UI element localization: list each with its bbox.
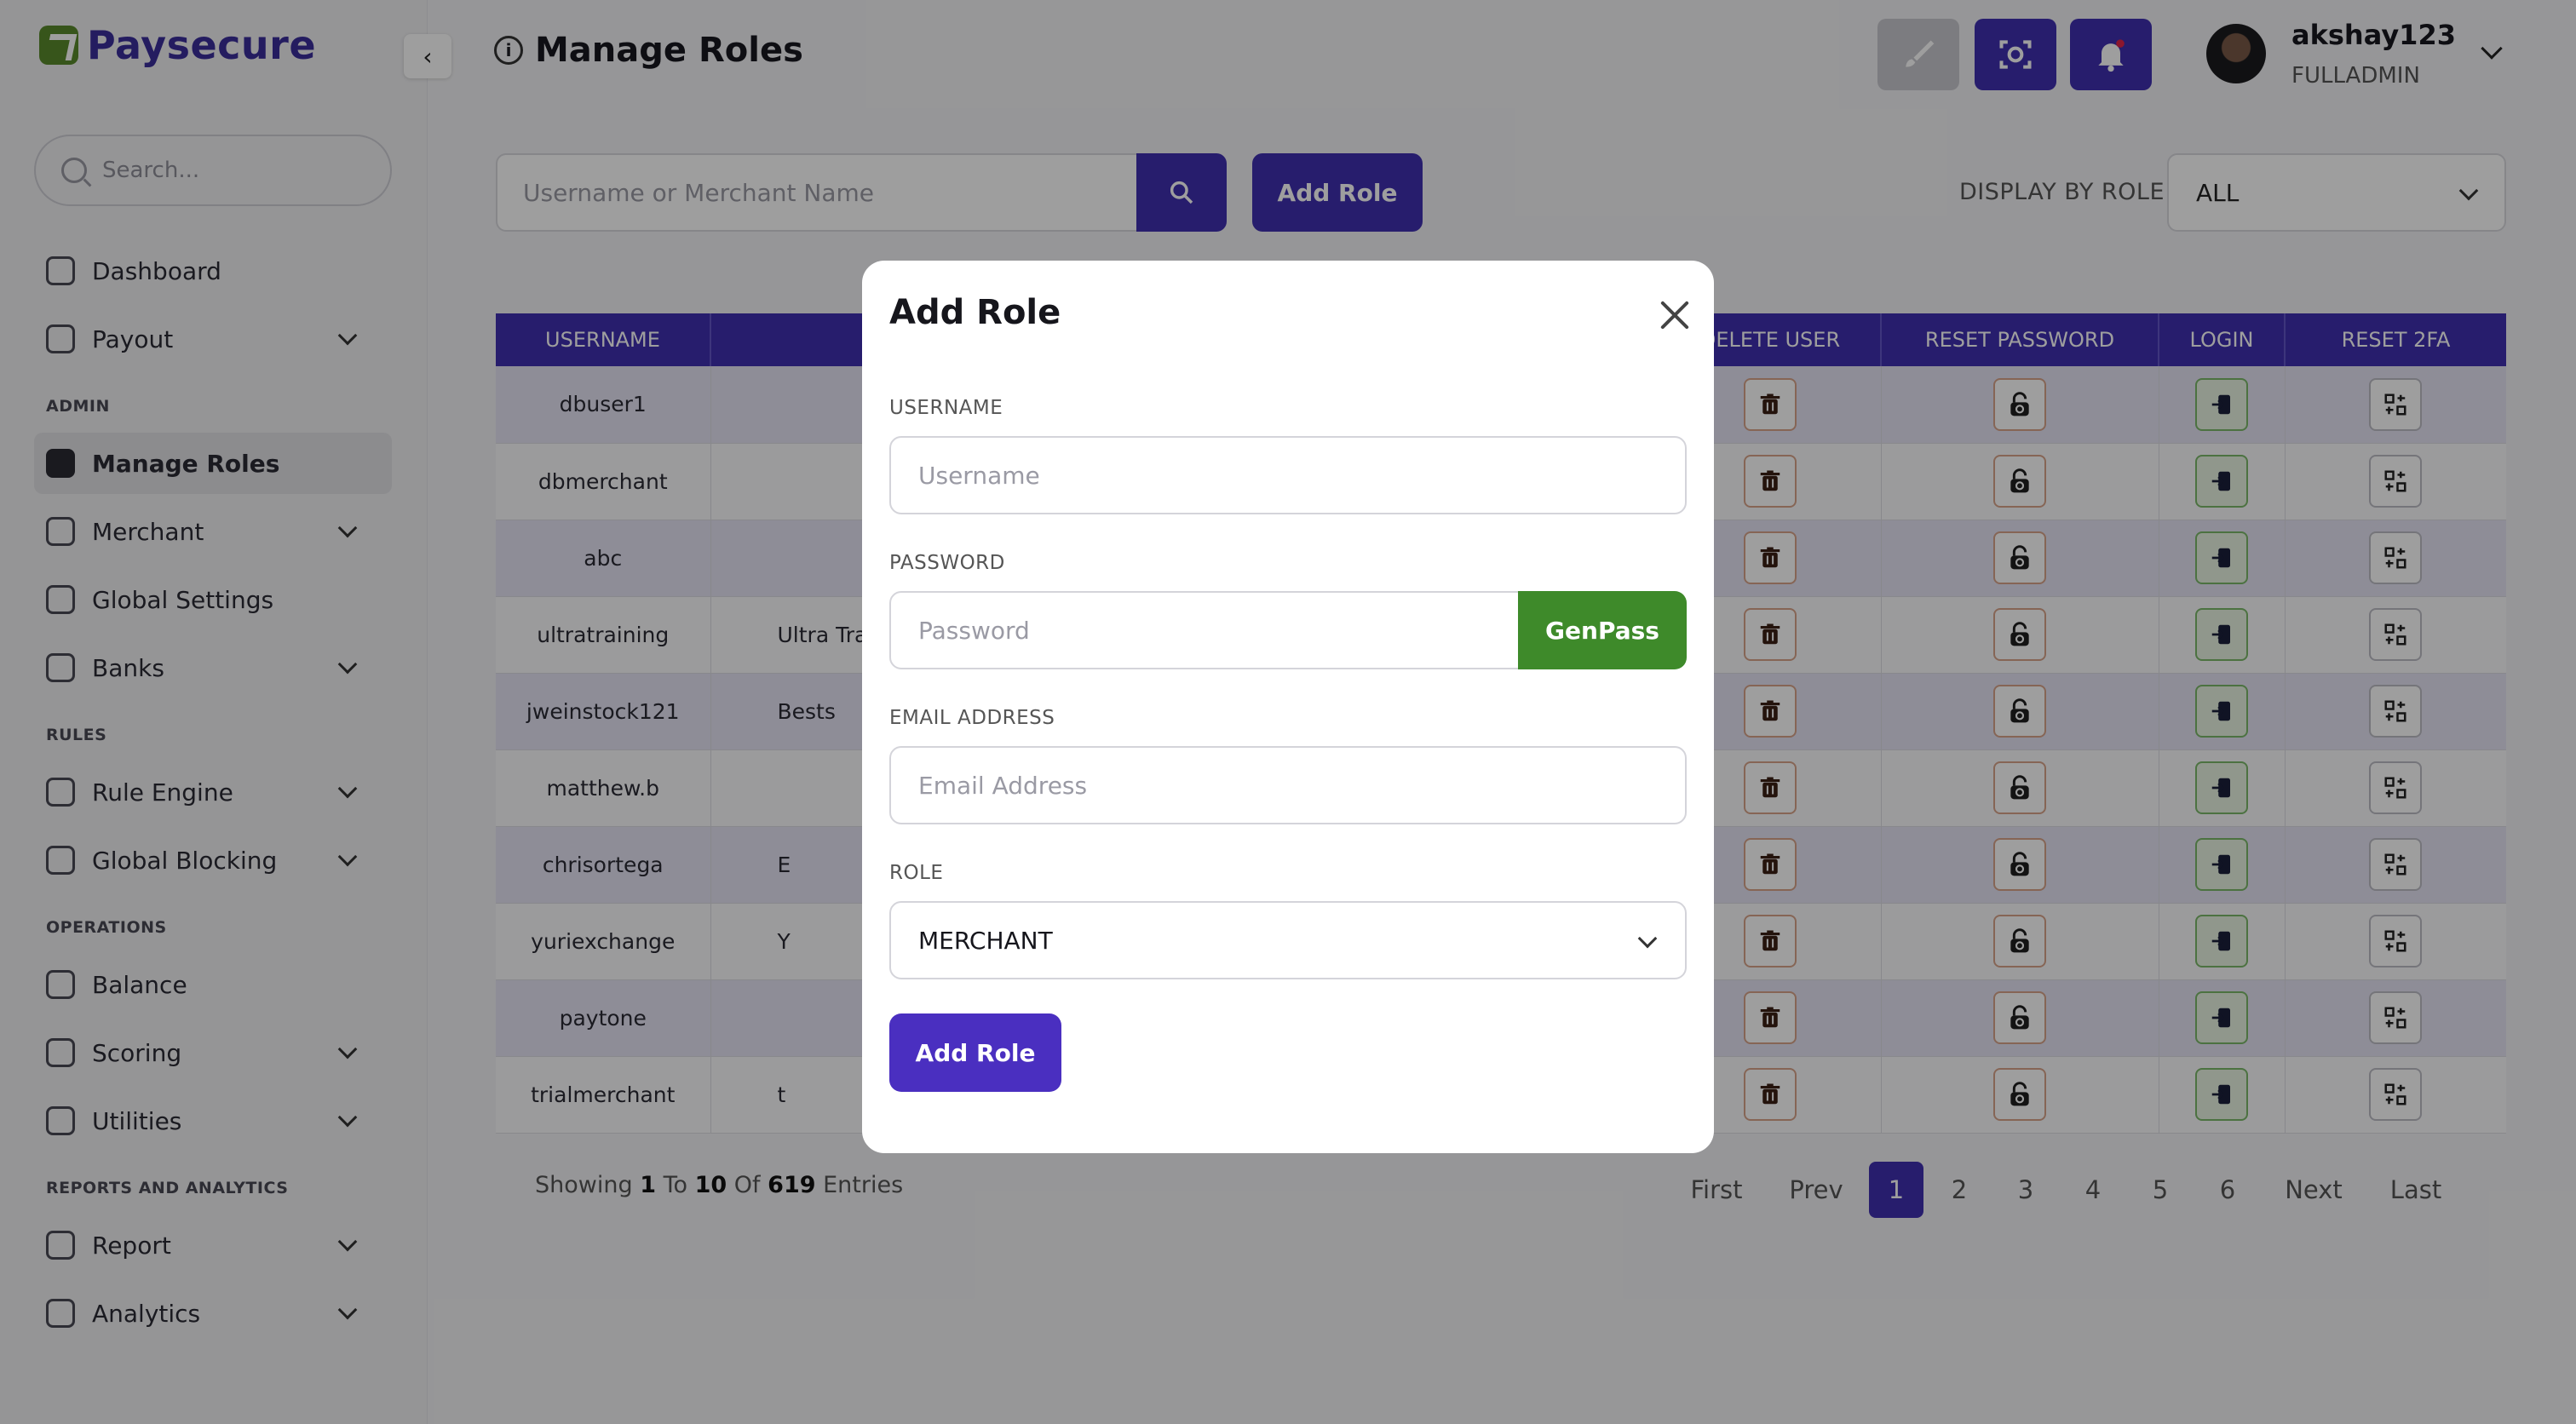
role-select-value: MERCHANT	[918, 926, 1053, 955]
username-label: USERNAME	[889, 397, 1003, 419]
add-role-modal: Add Role USERNAME PASSWORD GenPass EMAIL…	[862, 261, 1714, 1153]
modal-add-role-button[interactable]: Add Role	[889, 1013, 1061, 1092]
role-select[interactable]: MERCHANT	[889, 901, 1687, 979]
role-label: ROLE	[889, 862, 944, 884]
email-field[interactable]	[889, 746, 1687, 824]
genpass-button[interactable]: GenPass	[1518, 591, 1687, 669]
email-label: EMAIL ADDRESS	[889, 707, 1055, 729]
close-icon[interactable]	[1656, 296, 1693, 334]
password-field[interactable]	[889, 591, 1520, 669]
password-label: PASSWORD	[889, 552, 1005, 574]
username-field[interactable]	[889, 436, 1687, 514]
chevron-down-icon	[1637, 928, 1658, 949]
modal-title: Add Role	[889, 293, 1061, 332]
